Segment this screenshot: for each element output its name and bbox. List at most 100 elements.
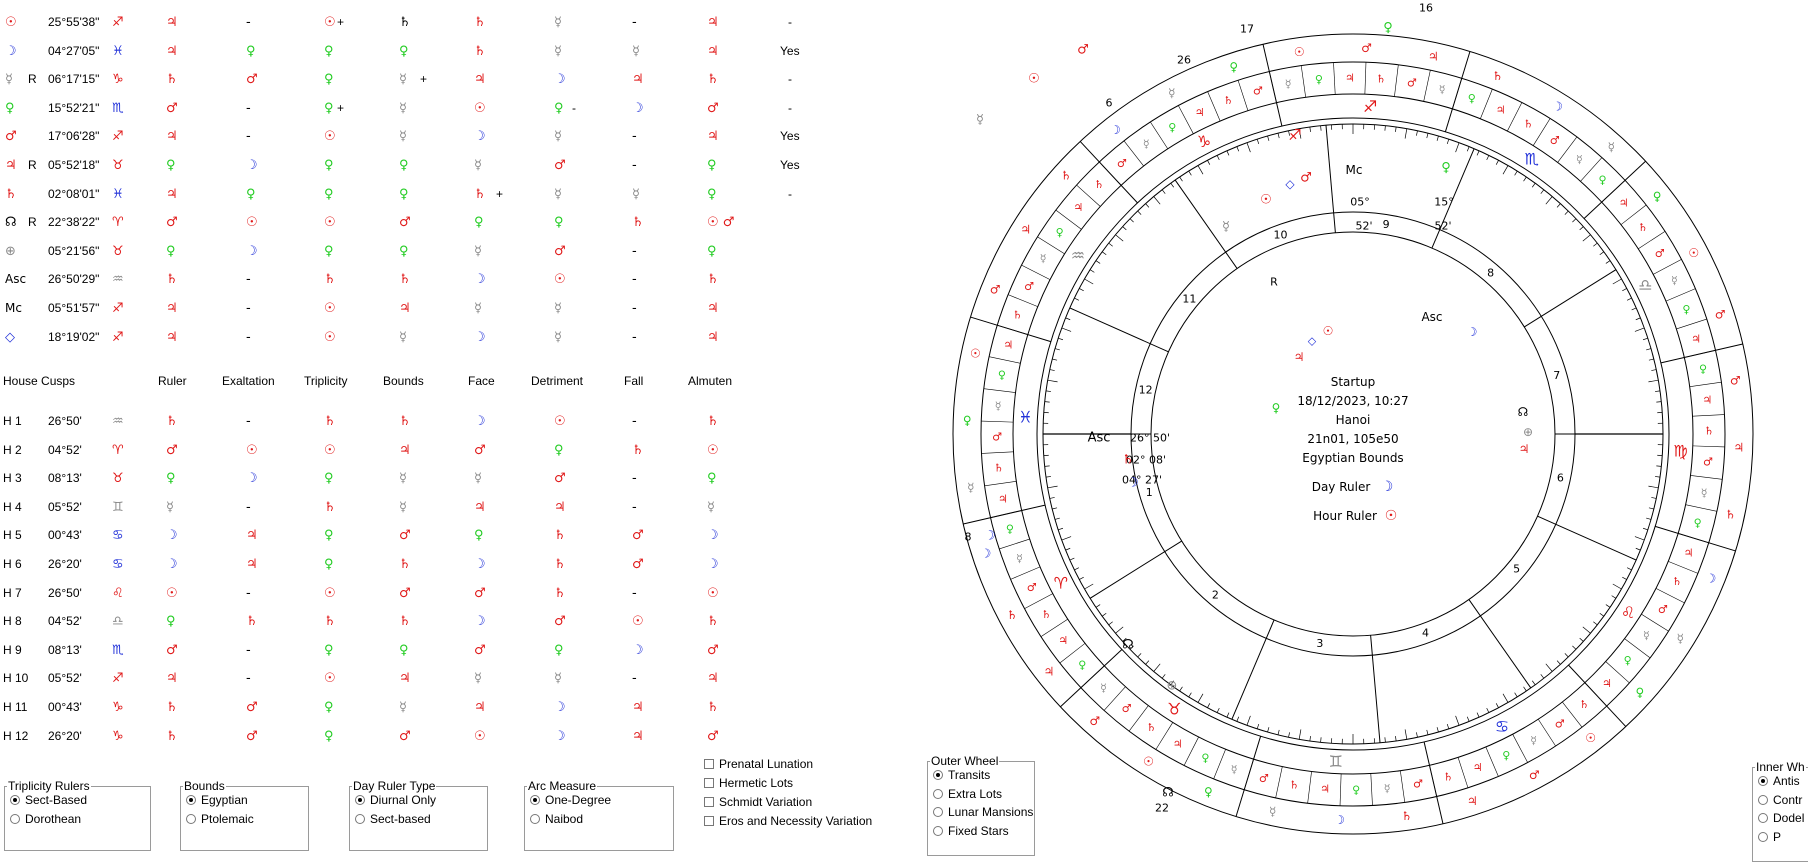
degree-tick bbox=[1655, 476, 1660, 477]
radio-button[interactable] bbox=[933, 807, 943, 817]
house-face: ♂ bbox=[474, 586, 486, 601]
dignity-trip: ♄ bbox=[324, 272, 336, 287]
degree-tick bbox=[1123, 227, 1127, 230]
option-checkbox-row[interactable]: Eros and Necessity Variation bbox=[704, 814, 872, 828]
degree-tick bbox=[1427, 730, 1428, 735]
planet-flag: Yes bbox=[780, 129, 800, 143]
inner-wheel-group-option[interactable]: Antis bbox=[1758, 774, 1800, 788]
house-trip: ☉ bbox=[324, 671, 336, 686]
bound-divider bbox=[1668, 561, 1698, 573]
inner-wheel-group-option[interactable]: Contr bbox=[1758, 793, 1802, 807]
option-checkbox-row[interactable]: Schmidt Variation bbox=[704, 795, 812, 809]
house-ruler: ♄ bbox=[166, 414, 178, 429]
checkbox[interactable] bbox=[704, 797, 714, 807]
degree-tick bbox=[1048, 486, 1058, 488]
inner-wheel-group-option[interactable]: Dodel bbox=[1758, 811, 1804, 825]
radio-button[interactable] bbox=[1758, 832, 1768, 842]
degree-tick bbox=[1079, 577, 1083, 579]
triplicity-rulers-group-option[interactable]: Dorothean bbox=[10, 812, 81, 826]
checkbox[interactable] bbox=[704, 816, 714, 826]
house-fall: - bbox=[632, 471, 637, 486]
radio-button[interactable] bbox=[186, 814, 196, 824]
radio-button[interactable] bbox=[530, 814, 540, 824]
dignity-exalt: ♀ bbox=[246, 187, 256, 202]
dignity-detr: ☿ bbox=[554, 301, 562, 316]
radio-button[interactable] bbox=[933, 770, 943, 780]
triplicity-rulers-group-option[interactable]: Sect-Based bbox=[10, 793, 87, 807]
decan-ruler-glyph: ☉ bbox=[1585, 731, 1596, 745]
chart-bounds-label: Egyptian Bounds bbox=[1302, 451, 1403, 465]
radio-button[interactable] bbox=[933, 826, 943, 836]
dignity-fall: - bbox=[632, 158, 637, 173]
outer-wheel-group-option[interactable]: Fixed Stars bbox=[933, 824, 1009, 838]
degree-tick bbox=[1416, 732, 1417, 737]
planet-flag: - bbox=[788, 15, 792, 29]
degree-tick bbox=[1321, 126, 1322, 131]
bounds-group-option[interactable]: Egyptian bbox=[186, 793, 248, 807]
bound-ruler-glyph: ♃ bbox=[1073, 201, 1083, 214]
bound-ruler-glyph: ♄ bbox=[1638, 221, 1648, 234]
house-trip: ♀ bbox=[324, 729, 334, 744]
radio-button[interactable] bbox=[1758, 795, 1768, 805]
radio-button[interactable] bbox=[355, 795, 365, 805]
checkbox[interactable] bbox=[704, 778, 714, 788]
radio-button[interactable] bbox=[1758, 776, 1768, 786]
dignity-detr: ☽ bbox=[554, 72, 566, 87]
degree-tick bbox=[1180, 687, 1183, 691]
bound-divider bbox=[1452, 78, 1461, 109]
house-number: 10 bbox=[1273, 228, 1287, 241]
bound-ruler-glyph: ♂ bbox=[1259, 772, 1269, 785]
degree-tick bbox=[1050, 497, 1055, 498]
radio-button[interactable] bbox=[10, 814, 20, 824]
planet-flag: Yes bbox=[780, 44, 800, 58]
checkbox[interactable] bbox=[704, 759, 714, 769]
house-almuten: ☽ bbox=[707, 528, 719, 543]
bound-divider bbox=[985, 481, 1017, 485]
degree-tick bbox=[1237, 147, 1239, 152]
house-sign: ♋ bbox=[112, 528, 124, 543]
house-detr: ♄ bbox=[554, 586, 566, 601]
bound-ruler-glyph: ♄ bbox=[1704, 424, 1714, 437]
degree-tick bbox=[1090, 270, 1094, 273]
option-checkbox-row[interactable]: Hermetic Lots bbox=[704, 776, 793, 790]
degree-tick bbox=[1058, 528, 1063, 530]
option-checkbox-row[interactable]: Prenatal Lunation bbox=[704, 757, 813, 771]
outer-wheel-group-option[interactable]: Lunar Mansions bbox=[933, 805, 1033, 819]
house-position: 26°20' bbox=[48, 729, 82, 743]
dignity-detr: ♂ bbox=[554, 244, 566, 259]
dignity-detr: ♂ bbox=[554, 158, 566, 173]
zodiac-sign-glyph: ♏ bbox=[1524, 149, 1538, 168]
inner-wheel-group-option[interactable]: P bbox=[1758, 830, 1781, 844]
planet-position: 15°52'21" bbox=[48, 101, 99, 115]
radio-button[interactable] bbox=[10, 795, 20, 805]
planet-flag: Yes bbox=[780, 158, 800, 172]
radio-button[interactable] bbox=[355, 814, 365, 824]
degree-tick bbox=[1636, 318, 1641, 320]
degree-tick bbox=[1467, 147, 1469, 152]
bound-divider bbox=[1480, 89, 1492, 119]
col-triplicity-header: Triplicity bbox=[304, 374, 348, 388]
day-ruler-type-group-option[interactable]: Diurnal Only bbox=[355, 793, 436, 807]
degree-tick bbox=[1583, 627, 1591, 633]
day-ruler-type-group-option[interactable]: Sect-based bbox=[355, 812, 431, 826]
outer-wheel-group-option[interactable]: Transits bbox=[933, 768, 990, 782]
radio-button[interactable] bbox=[933, 789, 943, 799]
zodiac-sign-glyph: ♓ bbox=[1018, 407, 1032, 426]
outer-wheel-group-option[interactable]: Extra Lots bbox=[933, 787, 1002, 801]
arc-measure-group-option[interactable]: Naibod bbox=[530, 812, 583, 826]
radio-button[interactable] bbox=[186, 795, 196, 805]
radio-button[interactable] bbox=[530, 795, 540, 805]
house-bounds: ♂ bbox=[399, 729, 411, 744]
bound-ruler-glyph: ☿ bbox=[1576, 153, 1583, 166]
arc-measure-group-option[interactable]: One-Degree bbox=[530, 793, 611, 807]
radio-button[interactable] bbox=[1758, 813, 1768, 823]
house-face: ☽ bbox=[474, 557, 486, 572]
decan-ruler-glyph: ☽ bbox=[1706, 572, 1717, 586]
degree-tick bbox=[1572, 219, 1576, 222]
decan-ruler-glyph: ♂ bbox=[1361, 41, 1372, 55]
house-label: H 7 bbox=[3, 586, 22, 600]
bounds-group-option[interactable]: Ptolemaic bbox=[186, 812, 254, 826]
bound-ruler-glyph: ♄ bbox=[1223, 94, 1233, 107]
bound-divider bbox=[1458, 757, 1468, 787]
bound-ruler-glyph: ☿ bbox=[1231, 763, 1238, 776]
